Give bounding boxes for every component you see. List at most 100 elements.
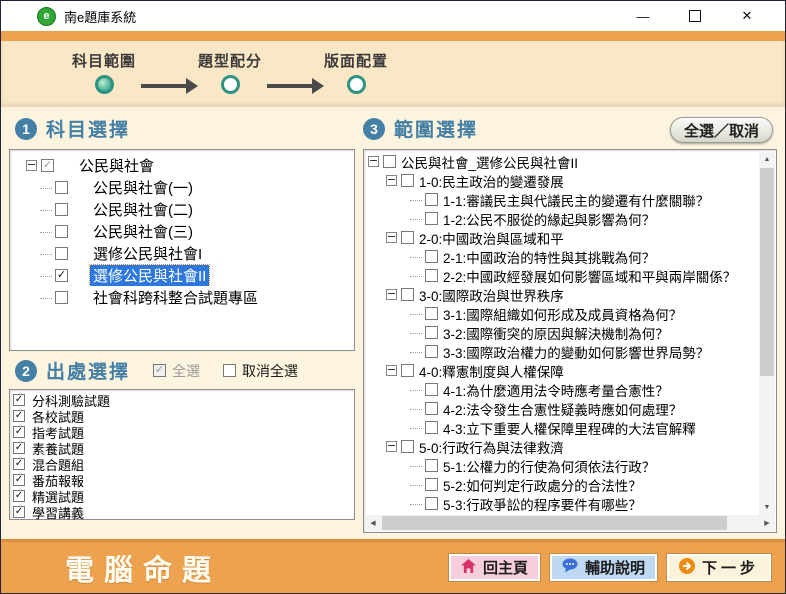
tree-item-checkbox[interactable]: ✓ [41, 159, 54, 172]
tree-item-label[interactable]: 3-1:國際組織如何形成及成員資格為何？ [440, 304, 685, 323]
tree-item-label[interactable]: 5-2:如何判定行政處分的合法性？ [440, 475, 645, 494]
close-icon[interactable]: ✕ [721, 2, 773, 30]
tree-item-label[interactable]: 4-3:立下重要人權保障里程碑的大法官解釋 [440, 418, 699, 437]
scroll-left-icon[interactable]: ◀ [365, 515, 381, 531]
tree-item-checkbox[interactable] [401, 231, 414, 244]
tree-item[interactable]: 5-1:公權力的行使為何須依法行政？ [364, 456, 759, 475]
tree-item-label[interactable]: 公民與社會(一) [90, 177, 196, 198]
list-item-checkbox[interactable]: ✓ [13, 426, 25, 438]
tree-item-label[interactable]: 1-0:民主政治的變遷發展 [416, 171, 567, 190]
tree-item-label[interactable]: 選修公民與社會I [90, 243, 205, 264]
home-button[interactable]: 回主頁 [449, 554, 540, 581]
tree-item-checkbox[interactable] [55, 291, 68, 304]
tree-item-label[interactable]: 公民與社會_選修公民與社會II [398, 152, 581, 171]
tree-item[interactable]: 5-3:行政爭訟的程序要件有哪些？ [364, 494, 759, 513]
tree-item[interactable]: 1-2:公民不服從的緣起與影響為何？ [364, 209, 759, 228]
tree-item-checkbox[interactable] [425, 497, 438, 510]
tree-item-label[interactable]: 3-2:國際衝突的原因與解決機制為何？ [440, 323, 672, 342]
tree-item[interactable]: 4-2:法令發生合憲性疑義時應如何處理？ [364, 399, 759, 418]
tree-item-checkbox[interactable] [425, 383, 438, 396]
tree-item[interactable]: ✓ 公民與社會 [10, 154, 354, 176]
list-item-checkbox[interactable]: ✓ [13, 442, 25, 454]
tree-item-checkbox[interactable] [425, 307, 438, 320]
list-item-checkbox[interactable]: ✓ [13, 458, 25, 470]
collapse-toggle-icon[interactable] [386, 441, 397, 452]
tree-item-checkbox[interactable] [383, 155, 396, 168]
tree-item-checkbox[interactable] [55, 225, 68, 238]
tree-item-label[interactable]: 4-2:法令發生合憲性疑義時應如何處理？ [440, 399, 685, 418]
tree-item[interactable]: 公民與社會_選修公民與社會II [364, 152, 759, 171]
tree-item[interactable]: 2-2:中國政經發展如何影響區域和平與兩岸關係？ [364, 266, 759, 285]
collapse-toggle-icon[interactable] [386, 232, 397, 243]
tree-item-checkbox[interactable] [401, 174, 414, 187]
tree-item-checkbox[interactable] [425, 459, 438, 472]
tree-item-label[interactable]: 5-3:行政爭訟的程序要件有哪些？ [440, 494, 645, 513]
tree-item[interactable]: ✓選修公民與社會II [10, 264, 354, 286]
list-item-checkbox[interactable]: ✓ [13, 506, 25, 518]
tree-item-label[interactable]: 5-0:行政行為與法律救濟 [416, 437, 567, 456]
tree-item-label[interactable]: 2-1:中國政治的特性與其挑戰為何？ [440, 247, 658, 266]
tree-item[interactable]: 社會科跨科整合試題專區 [10, 286, 354, 308]
list-item-checkbox[interactable]: ✓ [13, 410, 25, 422]
tree-item-label[interactable]: 社會科跨科整合試題專區 [90, 287, 261, 308]
list-item[interactable]: ✓學習講義 [13, 504, 354, 520]
horizontal-scroll-thumb[interactable] [382, 516, 727, 530]
tree-item[interactable]: 1-1:審議民主與代議民主的變遷有什麼關聯？ [364, 190, 759, 209]
tree-item-label[interactable]: 1-1:審議民主與代議民主的變遷有什麼關聯？ [440, 190, 712, 209]
tree-item[interactable]: 公民與社會(一) [10, 176, 354, 198]
collapse-toggle-icon[interactable] [386, 365, 397, 376]
vertical-scroll-thumb[interactable] [760, 168, 774, 376]
tree-item[interactable]: 4-3:立下重要人權保障里程碑的大法官解釋 [364, 418, 759, 437]
tree-item-checkbox[interactable] [425, 250, 438, 263]
tree-item-checkbox[interactable] [425, 193, 438, 206]
tree-item[interactable]: 5-2:如何判定行政處分的合法性？ [364, 475, 759, 494]
next-step-button[interactable]: 下一步 [667, 554, 771, 581]
deselect-all-checkbox[interactable] [223, 364, 236, 377]
tree-item-label[interactable]: 3-0:國際政治與世界秩序 [416, 285, 567, 304]
tree-item[interactable]: 5-0:行政行為與法律救濟 [364, 437, 759, 456]
list-item-checkbox[interactable]: ✓ [13, 490, 25, 502]
tree-item-checkbox[interactable] [425, 421, 438, 434]
tree-item-checkbox[interactable] [401, 440, 414, 453]
collapse-toggle-icon[interactable] [368, 156, 379, 167]
tree-item-label[interactable]: 選修公民與社會II [90, 265, 209, 286]
select-all-toggle-button[interactable]: 全選／取消 [670, 117, 773, 143]
tree-item-label[interactable]: 公民與社會(三) [90, 221, 196, 242]
tree-item-label[interactable]: 2-0:中國政治與區域和平 [416, 228, 567, 247]
scroll-down-icon[interactable]: ▼ [759, 499, 775, 515]
tree-item-checkbox[interactable] [425, 345, 438, 358]
scroll-up-icon[interactable]: ▲ [759, 151, 775, 167]
tree-item-checkbox[interactable] [425, 326, 438, 339]
tree-item[interactable]: 1-0:民主政治的變遷發展 [364, 171, 759, 190]
tree-item-checkbox[interactable] [401, 288, 414, 301]
tree-item-checkbox[interactable] [425, 269, 438, 282]
help-button[interactable]: 輔助說明 [550, 554, 657, 581]
tree-item[interactable]: 2-1:中國政治的特性與其挑戰為何？ [364, 247, 759, 266]
scroll-right-icon[interactable]: ▶ [759, 515, 775, 531]
tree-item[interactable]: 4-0:釋憲制度與人權保障 [364, 361, 759, 380]
collapse-toggle-icon[interactable] [26, 160, 37, 171]
tree-item-label[interactable]: 5-1:公權力的行使為何須依法行政？ [440, 456, 658, 475]
list-item-checkbox[interactable]: ✓ [13, 474, 25, 486]
tree-item-label[interactable]: 3-3:國際政治權力的變動如何影響世界局勢？ [440, 342, 712, 361]
tree-item[interactable]: 2-0:中國政治與區域和平 [364, 228, 759, 247]
tree-item[interactable]: 4-1:為什麼適用法令時應考量合憲性？ [364, 380, 759, 399]
tree-item[interactable]: 公民與社會(三) [10, 220, 354, 242]
tree-item-checkbox[interactable] [425, 212, 438, 225]
tree-item-checkbox[interactable] [425, 402, 438, 415]
tree-item-checkbox[interactable] [55, 247, 68, 260]
tree-item-label[interactable]: 公民與社會 [76, 155, 157, 176]
tree-item-label[interactable]: 2-2:中國政經發展如何影響區域和平與兩岸關係？ [440, 266, 739, 285]
list-item-checkbox[interactable]: ✓ [13, 394, 25, 406]
tree-item[interactable]: 公民與社會(二) [10, 198, 354, 220]
maximize-icon[interactable] [669, 2, 721, 30]
tree-item-checkbox[interactable] [55, 181, 68, 194]
tree-item-checkbox[interactable] [401, 364, 414, 377]
tree-item-checkbox[interactable] [55, 203, 68, 216]
tree-item-label[interactable]: 1-2:公民不服從的緣起與影響為何？ [440, 209, 658, 228]
tree-item[interactable]: 3-0:國際政治與世界秩序 [364, 285, 759, 304]
tree-item[interactable]: 3-1:國際組織如何形成及成員資格為何？ [364, 304, 759, 323]
tree-item-checkbox[interactable] [425, 478, 438, 491]
tree-item[interactable]: 3-3:國際政治權力的變動如何影響世界局勢？ [364, 342, 759, 361]
minimize-icon[interactable]: — [617, 2, 669, 30]
